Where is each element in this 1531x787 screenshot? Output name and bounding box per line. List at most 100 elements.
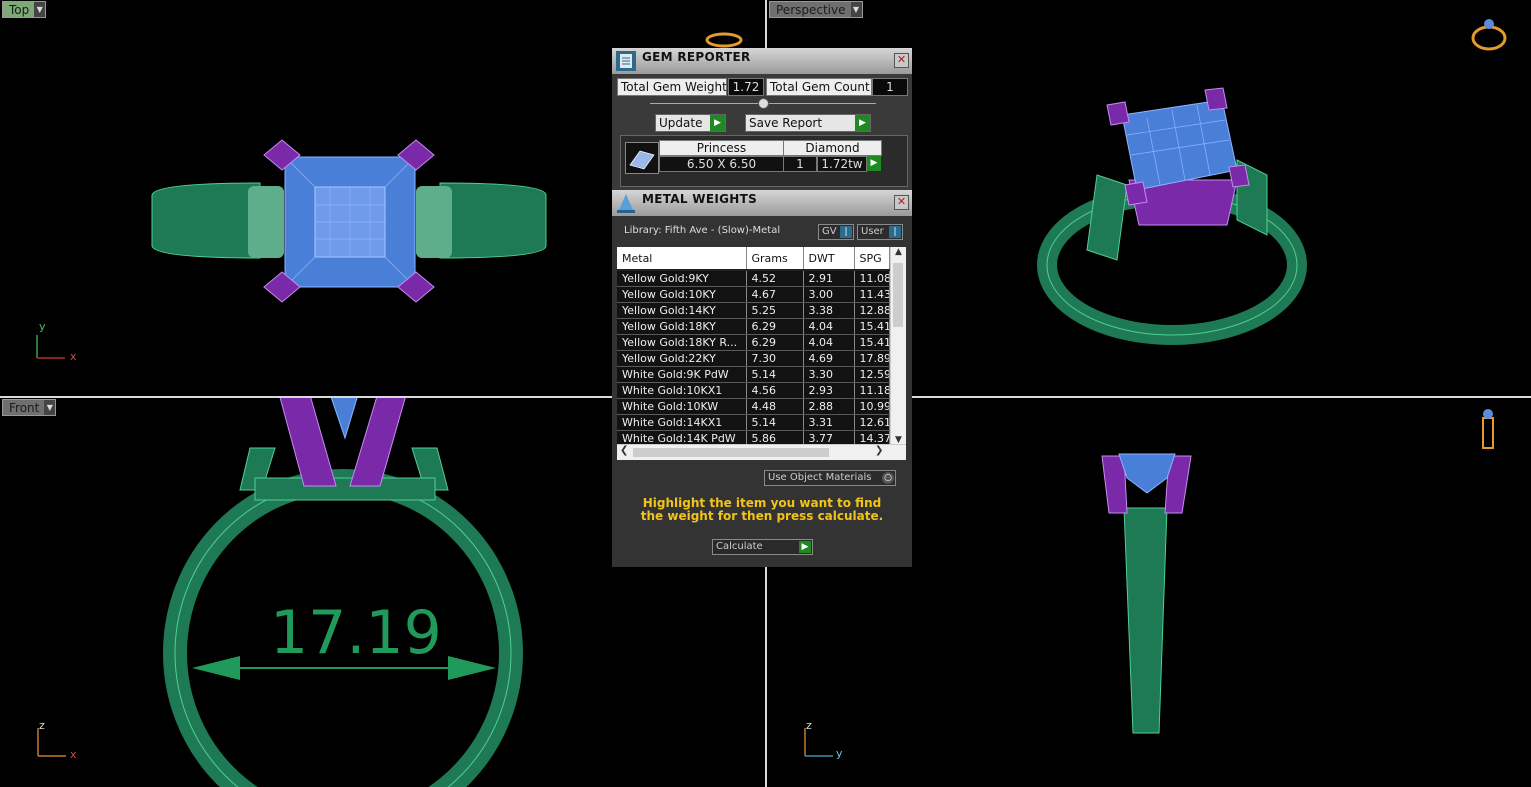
table-row[interactable]: White Gold:10KW 4.48 2.88 10.99	[617, 398, 890, 415]
column-header-metal[interactable]: Metal	[617, 247, 747, 271]
gem-detail-button[interactable]: ▶	[867, 156, 881, 171]
viewport-front-label[interactable]: Front ▼	[2, 399, 57, 416]
gem-qty: 1	[783, 156, 817, 172]
front-axis-x-label: x	[70, 748, 77, 761]
gem-material: Diamond	[783, 140, 882, 156]
cell-dwt: 3.00	[803, 286, 855, 303]
cell-spg: 11.43	[854, 286, 890, 303]
save-report-button[interactable]: Save Report ▶	[745, 114, 871, 132]
gv-label: GV	[822, 226, 837, 237]
gem-report-icon	[616, 51, 636, 71]
slider-handle[interactable]	[758, 98, 769, 109]
total-gem-count-label: Total Gem Count	[766, 78, 872, 96]
metal-library-label: Library: Fifth Ave - (Slow)-Metal	[624, 225, 781, 236]
top-axis-y-label: y	[39, 320, 46, 333]
total-gem-weight-label: Total Gem Weight	[617, 78, 727, 96]
horizontal-scrollbar[interactable]: ❮ ❯	[617, 444, 906, 460]
cell-spg: 11.08	[854, 270, 890, 287]
toggle-icon: |	[840, 226, 852, 238]
scroll-thumb[interactable]	[893, 263, 903, 327]
total-gem-weight-value[interactable]: 1.72	[728, 78, 764, 96]
ring-nav-icon[interactable]	[704, 30, 744, 50]
scroll-up-icon[interactable]: ▲	[891, 247, 906, 257]
cell-metal: Yellow Gold:14KY	[617, 302, 747, 319]
total-gem-count-value[interactable]: 1	[872, 78, 908, 96]
cell-grams: 4.67	[746, 286, 804, 303]
table-row[interactable]: Yellow Gold:22KY 7.30 4.69 17.89	[617, 350, 890, 367]
scroll-thumb-horizontal[interactable]	[633, 448, 829, 457]
viewport-perspective-label[interactable]: Perspective ▼	[769, 1, 863, 18]
column-header-grams[interactable]: Grams	[746, 247, 804, 271]
cell-metal: Yellow Gold:18KY R...	[617, 334, 747, 351]
top-axis-x-label: x	[70, 350, 77, 363]
scroll-right-icon[interactable]: ❯	[875, 445, 883, 456]
user-toggle[interactable]: User |	[857, 224, 903, 240]
cell-spg: 11.18	[854, 382, 890, 399]
metal-weights-titlebar[interactable]: METAL WEIGHTS ✕	[612, 190, 912, 216]
table-row[interactable]: White Gold:10KX1 4.56 2.93 11.18	[617, 382, 890, 399]
calculate-hint: Highlight the item you want to find the …	[640, 496, 884, 523]
close-icon[interactable]: ✕	[894, 53, 909, 68]
cell-metal: Yellow Gold:18KY	[617, 318, 747, 335]
cell-metal: White Gold:14KX1	[617, 414, 747, 431]
metal-weights-table: Metal Grams DWT SPG Yellow Gold:9KY 4.52 2…	[617, 247, 890, 447]
table-row[interactable]: White Gold:9K PdW 5.14 3.30 12.59	[617, 366, 890, 383]
cell-metal: Yellow Gold:10KY	[617, 286, 747, 303]
cell-grams: 5.14	[746, 414, 804, 431]
calculate-label: Calculate	[716, 541, 763, 552]
cell-dwt: 4.04	[803, 334, 855, 351]
play-icon: ▶	[799, 541, 811, 553]
cell-metal: Yellow Gold:22KY	[617, 350, 747, 367]
column-header-spg[interactable]: SPG	[854, 247, 890, 271]
gem-reporter-titlebar[interactable]: GEM REPORTER ✕	[612, 48, 912, 74]
table-row[interactable]: Yellow Gold:18KY R... 6.29 4.04 15.41	[617, 334, 890, 351]
update-label: Update	[659, 116, 703, 130]
cell-metal: White Gold:10KX1	[617, 382, 747, 399]
cell-dwt: 2.91	[803, 270, 855, 287]
chevron-down-icon[interactable]: ▼	[44, 400, 56, 415]
table-row[interactable]: White Gold:14KX1 5.14 3.31 12.61	[617, 414, 890, 431]
cell-spg: 12.59	[854, 366, 890, 383]
close-icon[interactable]: ✕	[894, 195, 909, 210]
calculate-button[interactable]: Calculate ▶	[712, 539, 813, 555]
gem-reporter-panel: GEM REPORTER ✕ Total Gem Weight 1.72 Tot…	[612, 48, 912, 190]
use-object-materials-label: Use Object Materials	[768, 472, 872, 483]
cell-dwt: 4.69	[803, 350, 855, 367]
user-label: User	[861, 226, 884, 237]
gem-row[interactable]: Princess Diamond 6.50 X 6.50 1 1.72tw ▶	[620, 135, 908, 187]
viewport-front-name: Front	[9, 400, 40, 415]
cell-grams: 5.14	[746, 366, 804, 383]
cell-dwt: 2.88	[803, 398, 855, 415]
metal-weights-panel: METAL WEIGHTS ✕ Library: Fifth Ave - (Sl…	[612, 190, 912, 567]
save-report-label: Save Report	[749, 116, 823, 130]
cell-spg: 12.88	[854, 302, 890, 319]
gv-toggle[interactable]: GV |	[818, 224, 854, 240]
gem-weight: 1.72tw	[817, 156, 867, 172]
table-row[interactable]: Yellow Gold:10KY 4.67 3.00 11.43	[617, 286, 890, 303]
scale-icon	[617, 194, 635, 213]
table-row[interactable]: Yellow Gold:14KY 5.25 3.38 12.88	[617, 302, 890, 319]
metal-weights-title: METAL WEIGHTS	[642, 192, 758, 206]
metal-table-container[interactable]: Metal Grams DWT SPG Yellow Gold:9KY 4.52 2…	[617, 247, 906, 460]
chevron-down-icon[interactable]: ▼	[34, 2, 46, 17]
use-object-materials-toggle[interactable]: Use Object Materials ○	[764, 470, 896, 486]
cell-grams: 7.30	[746, 350, 804, 367]
chevron-down-icon[interactable]: ▼	[850, 2, 862, 17]
column-header-dwt[interactable]: DWT	[803, 247, 855, 271]
right-axis-z-label: z	[806, 719, 812, 732]
table-row[interactable]: Yellow Gold:9KY 4.52 2.91 11.08	[617, 270, 890, 287]
viewport-top-label[interactable]: Top ▼	[2, 1, 47, 18]
cell-spg: 10.99	[854, 398, 890, 415]
cell-dwt: 3.31	[803, 414, 855, 431]
table-row[interactable]: Yellow Gold:18KY 6.29 4.04 15.41	[617, 318, 890, 335]
cell-grams: 6.29	[746, 318, 804, 335]
scroll-left-icon[interactable]: ❮	[620, 445, 628, 456]
cell-metal: White Gold:10KW	[617, 398, 747, 415]
update-button[interactable]: Update ▶	[655, 114, 726, 132]
cell-spg: 15.41	[854, 318, 890, 335]
gem-shape-thumbnail	[625, 142, 659, 174]
gem-shape: Princess	[659, 140, 784, 156]
cell-grams: 5.25	[746, 302, 804, 319]
princess-cut-icon	[629, 150, 655, 170]
vertical-scrollbar[interactable]: ▲ ▼	[890, 247, 906, 445]
